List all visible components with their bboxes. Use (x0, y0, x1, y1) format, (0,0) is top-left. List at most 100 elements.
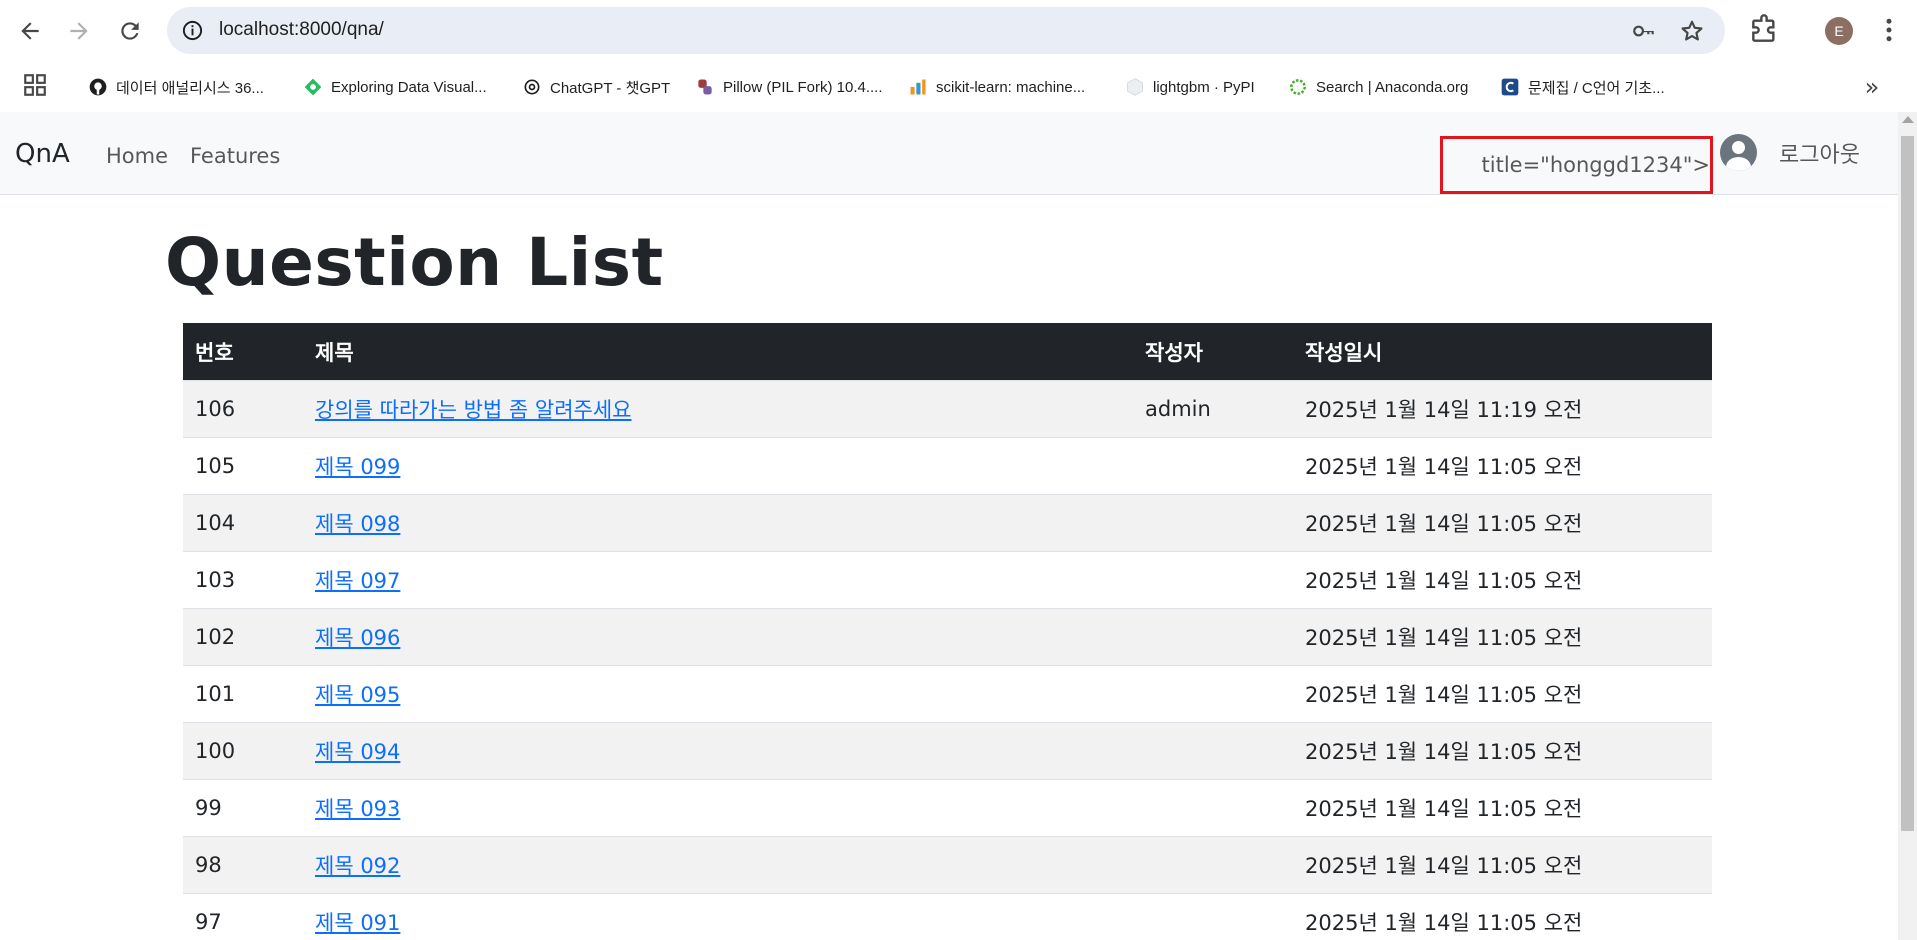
row-author (1133, 437, 1293, 495)
column-header-date: 작성일시 (1293, 323, 1712, 381)
row-number: 100 (183, 722, 303, 780)
row-author: admin (1133, 380, 1293, 438)
column-header-title: 제목 (303, 323, 1133, 381)
table-row: 98 제목 092 2025년 1월 14일 11:05 오전 (183, 836, 1712, 894)
row-date: 2025년 1월 14일 11:05 오전 (1293, 608, 1712, 666)
bookmarks-bar: 데이터 애널리시스 36... Exploring Data Visual...… (0, 62, 1917, 112)
question-link[interactable]: 제목 096 (315, 626, 400, 650)
row-date: 2025년 1월 14일 11:05 오전 (1293, 722, 1712, 780)
user-avatar-icon[interactable] (1720, 134, 1757, 171)
brand-link[interactable]: QnA (15, 139, 70, 169)
address-bar[interactable]: localhost:8000/qna/ (167, 7, 1725, 54)
bookmark-item[interactable]: Pillow (PIL Fork) 10.4.... (695, 72, 883, 102)
reload-icon (121, 22, 139, 40)
reload-button[interactable] (109, 10, 151, 52)
question-link[interactable]: 제목 099 (315, 455, 400, 479)
table-row: 103 제목 097 2025년 1월 14일 11:05 오전 (183, 551, 1712, 609)
cube-icon (1127, 78, 1143, 96)
row-number: 105 (183, 437, 303, 495)
arrow-right-icon (70, 22, 88, 40)
row-number: 102 (183, 608, 303, 666)
table-row: 101 제목 095 2025년 1월 14일 11:05 오전 (183, 665, 1712, 723)
table-row: 102 제목 096 2025년 1월 14일 11:05 오전 (183, 608, 1712, 666)
table-row: 105 제목 099 2025년 1월 14일 11:05 오전 (183, 437, 1712, 495)
avatar-body (1726, 157, 1751, 171)
arrow-left-icon (21, 22, 39, 40)
nav-link-features[interactable]: Features (190, 144, 280, 168)
avatar-head (1732, 141, 1745, 154)
row-number: 106 (183, 380, 303, 438)
bookmarks-overflow-button[interactable]: » (1857, 72, 1887, 102)
row-number: 98 (183, 836, 303, 894)
scroll-up-arrow-icon[interactable] (1902, 116, 1914, 123)
apps-grid-icon[interactable] (22, 72, 48, 98)
row-title-cell: 제목 098 (303, 494, 1133, 552)
profile-avatar[interactable]: E (1825, 17, 1853, 45)
row-number: 104 (183, 494, 303, 552)
question-link[interactable]: 제목 092 (315, 854, 400, 878)
highlight-box: title="honggd1234"> (1440, 136, 1713, 194)
user-title-text: title="honggd1234"> (1481, 153, 1710, 177)
row-author (1133, 893, 1293, 940)
bookmark-item[interactable]: lightgbm · PyPI (1125, 72, 1255, 102)
key-icon[interactable] (1631, 18, 1657, 44)
row-title-cell: 제목 096 (303, 608, 1133, 666)
row-title-cell: 제목 092 (303, 836, 1133, 894)
bookmark-item[interactable]: scikit-learn: machine... (908, 72, 1085, 102)
bookmark-item[interactable]: 데이터 애널리시스 36... (88, 72, 264, 102)
question-link[interactable]: 제목 094 (315, 740, 400, 764)
question-link[interactable]: 제목 095 (315, 683, 400, 707)
row-author (1133, 722, 1293, 780)
diamond-icon (304, 78, 322, 96)
row-date: 2025년 1월 14일 11:05 오전 (1293, 494, 1712, 552)
nav-link-home[interactable]: Home (106, 144, 168, 168)
page-title: Question List (165, 224, 664, 301)
row-title-cell: 제목 093 (303, 779, 1133, 837)
table-row: 99 제목 093 2025년 1월 14일 11:05 오전 (183, 779, 1712, 837)
row-author (1133, 779, 1293, 837)
row-author (1133, 551, 1293, 609)
question-table: 번호 제목 작성자 작성일시 106 강의를 따라가는 방법 좀 알려주세요 a… (183, 323, 1712, 940)
row-author (1133, 494, 1293, 552)
page-scrollbar[interactable] (1898, 112, 1917, 940)
table-row: 104 제목 098 2025년 1월 14일 11:05 오전 (183, 494, 1712, 552)
row-date: 2025년 1월 14일 11:05 오전 (1293, 836, 1712, 894)
back-button[interactable] (9, 10, 51, 52)
bookmark-item[interactable]: ChatGPT - 챗GPT (522, 72, 670, 102)
bookmark-item[interactable]: 문제집 / C언어 기초... (1500, 72, 1665, 102)
row-date: 2025년 1월 14일 11:05 오전 (1293, 779, 1712, 837)
scrollbar-thumb[interactable] (1901, 136, 1914, 831)
openai-icon (524, 79, 540, 95)
row-number: 101 (183, 665, 303, 723)
column-header-author: 작성자 (1133, 323, 1293, 381)
python-icon (698, 79, 712, 95)
page-viewport: QnA Home Features title="honggd1234"> 로그… (0, 112, 1898, 940)
extensions-icon[interactable] (1748, 14, 1780, 46)
c-icon (1501, 78, 1519, 96)
row-date: 2025년 1월 14일 11:19 오전 (1293, 380, 1712, 438)
question-link[interactable]: 강의를 따라가는 방법 좀 알려주세요 (315, 398, 632, 422)
row-title-cell: 제목 095 (303, 665, 1133, 723)
row-title-cell: 강의를 따라가는 방법 좀 알려주세요 (303, 380, 1133, 438)
bookmark-item[interactable]: Search | Anaconda.org (1288, 72, 1468, 102)
question-link[interactable]: 제목 097 (315, 569, 400, 593)
site-navbar: QnA Home Features title="honggd1234"> 로그… (0, 112, 1898, 195)
forward-button[interactable] (58, 10, 100, 52)
url-text[interactable]: localhost:8000/qna/ (219, 19, 384, 41)
bookmark-star-icon[interactable] (1679, 18, 1705, 44)
row-date: 2025년 1월 14일 11:05 오전 (1293, 551, 1712, 609)
bars-icon (910, 79, 926, 95)
row-title-cell: 제목 094 (303, 722, 1133, 780)
table-row: 100 제목 094 2025년 1월 14일 11:05 오전 (183, 722, 1712, 780)
question-link[interactable]: 제목 093 (315, 797, 400, 821)
more-vert-icon[interactable] (1874, 14, 1904, 46)
site-info-icon[interactable] (181, 19, 204, 42)
question-link[interactable]: 제목 098 (315, 512, 400, 536)
bookmark-item[interactable]: Exploring Data Visual... (303, 72, 487, 102)
row-number: 99 (183, 779, 303, 837)
ring-icon (1290, 79, 1306, 95)
question-link[interactable]: 제목 091 (315, 911, 400, 935)
column-header-number: 번호 (183, 323, 303, 381)
row-author (1133, 665, 1293, 723)
logout-link[interactable]: 로그아웃 (1779, 137, 1860, 169)
